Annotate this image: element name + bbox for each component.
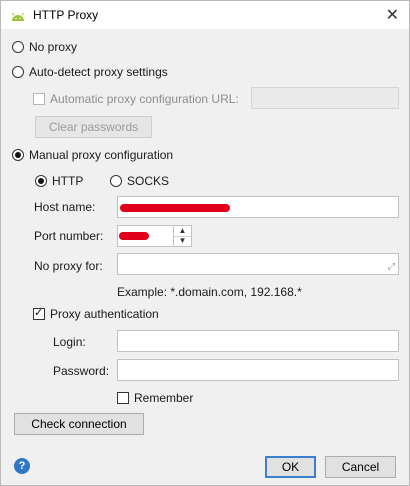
radio-indicator (12, 66, 24, 78)
close-icon[interactable]: ✕ (386, 5, 399, 25)
android-icon (12, 12, 24, 21)
auto-detect-label: Auto-detect proxy settings (29, 65, 168, 79)
socks-radio[interactable]: SOCKS (110, 174, 169, 188)
password-label: Password: (53, 364, 110, 378)
socks-label: SOCKS (127, 174, 170, 188)
port-number-stepper[interactable]: ▲ ▼ (173, 225, 192, 247)
checkbox-indicator (33, 93, 45, 105)
radio-indicator (12, 149, 24, 161)
manual-proxy-radio[interactable]: Manual proxy configuration (12, 148, 173, 162)
no-proxy-for-label: No proxy for: (34, 259, 103, 273)
no-proxy-radio[interactable]: No proxy (12, 40, 77, 54)
radio-indicator (110, 175, 122, 187)
login-label: Login: (53, 335, 86, 349)
auto-config-url-label: Automatic proxy configuration URL: (50, 92, 239, 106)
http-proxy-dialog: HTTP Proxy ✕ No proxy Auto-detect proxy … (0, 0, 410, 486)
remember-checkbox[interactable]: Remember (117, 391, 193, 405)
auto-config-url-input[interactable] (251, 87, 399, 109)
help-icon[interactable]: ? (14, 458, 30, 474)
clear-passwords-button[interactable]: Clear passwords (35, 116, 152, 138)
login-input[interactable] (117, 330, 399, 352)
expand-icon[interactable]: ⤢ (388, 261, 395, 272)
port-number-label: Port number: (34, 229, 104, 243)
proxy-authentication-label: Proxy authentication (50, 307, 159, 321)
host-name-label: Host name: (34, 200, 96, 214)
password-input[interactable] (117, 359, 399, 381)
auto-config-url-checkbox[interactable]: Automatic proxy configuration URL: (33, 92, 239, 106)
checkbox-indicator: ✓ (33, 307, 45, 320)
check-connection-button[interactable]: Check connection (14, 413, 144, 435)
http-label: HTTP (52, 174, 84, 188)
ok-button[interactable]: OK (265, 456, 316, 478)
title-bar: HTTP Proxy ✕ (1, 1, 409, 29)
no-proxy-for-input[interactable]: ⤢ (117, 253, 399, 275)
chevron-down-icon[interactable]: ▼ (174, 236, 191, 246)
remember-label: Remember (134, 391, 194, 405)
http-radio[interactable]: HTTP (35, 174, 83, 188)
window-title: HTTP Proxy (33, 8, 99, 22)
radio-indicator (35, 175, 47, 187)
redaction-mark (119, 232, 149, 240)
checkbox-indicator (117, 392, 129, 404)
checkmark-icon: ✓ (34, 307, 44, 319)
example-hint: Example: *.domain.com, 192.168.* (117, 285, 302, 299)
proxy-authentication-checkbox[interactable]: ✓ Proxy authentication (33, 307, 159, 321)
cancel-button[interactable]: Cancel (325, 456, 396, 478)
no-proxy-label: No proxy (29, 40, 78, 54)
manual-proxy-label: Manual proxy configuration (29, 148, 174, 162)
auto-detect-radio[interactable]: Auto-detect proxy settings (12, 65, 168, 79)
redaction-mark (120, 204, 230, 212)
radio-indicator (12, 41, 24, 53)
